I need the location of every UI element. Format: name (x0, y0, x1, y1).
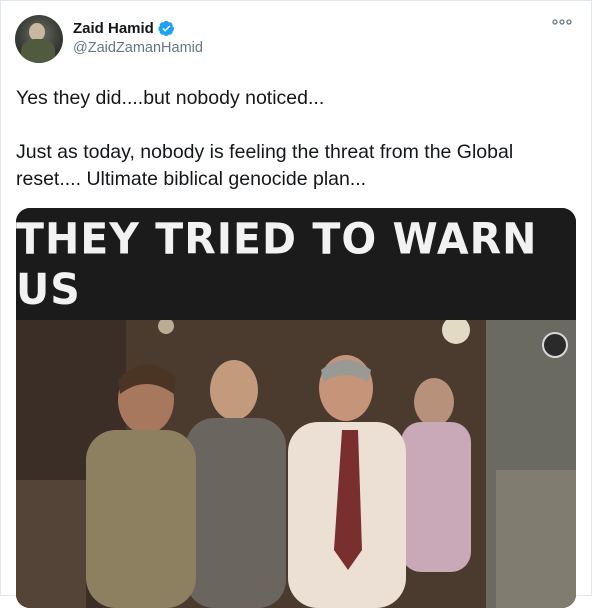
video-caption-banner: THEY TRIED TO WARN US (16, 208, 576, 320)
author-name[interactable]: Zaid Hamid (73, 20, 154, 37)
author-block: Zaid Hamid @ZaidZamanHamid (73, 18, 203, 57)
author-avatar[interactable] (15, 15, 63, 63)
channel-logo-icon (542, 332, 568, 358)
author-handle[interactable]: @ZaidZamanHamid (73, 40, 203, 56)
tweet-paragraph: Just as today, nobody is feeling the thr… (16, 141, 514, 190)
tweet-paragraph: Yes they did....but nobody noticed... (16, 87, 325, 109)
tweet-card[interactable]: Zaid Hamid @ZaidZamanHamid Yes they did.… (0, 0, 592, 608)
video-frame (16, 320, 576, 608)
video-caption-text: THEY TRIED TO WARN US (16, 213, 538, 315)
verified-badge-icon (158, 20, 174, 36)
tweet-text: Yes they did....but nobody noticed... Ju… (16, 85, 576, 193)
avatar-body (21, 39, 55, 63)
more-options-icon[interactable] (551, 15, 573, 29)
tweet-video[interactable]: THEY TRIED TO WARN US (16, 208, 576, 608)
video-scene-illustration (16, 320, 576, 608)
